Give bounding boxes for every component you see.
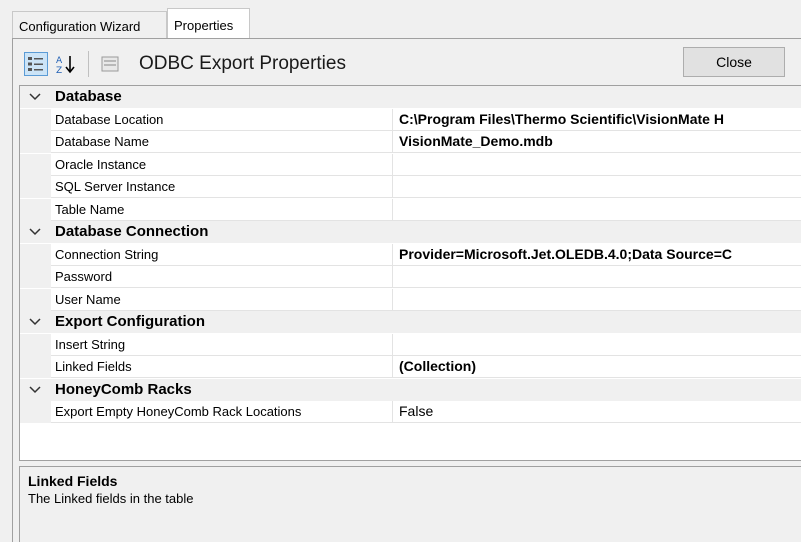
property-name[interactable]: SQL Server Instance: [51, 176, 393, 198]
alphabetical-sort-icon[interactable]: A Z: [54, 52, 78, 76]
property-row[interactable]: Oracle Instance: [20, 153, 801, 176]
svg-text:A: A: [56, 56, 63, 66]
property-name[interactable]: Connection String: [51, 243, 393, 266]
close-button[interactable]: Close: [683, 47, 785, 77]
property-row[interactable]: Database Location C:\Program Files\Thermo…: [20, 108, 801, 131]
property-name[interactable]: Table Name: [51, 198, 393, 221]
property-value[interactable]: [393, 199, 801, 221]
property-name[interactable]: Database Location: [51, 108, 393, 131]
property-value[interactable]: C:\Program Files\Thermo Scientific\Visio…: [393, 109, 801, 131]
property-row[interactable]: Password: [20, 266, 801, 288]
property-value[interactable]: VisionMate_Demo.mdb: [393, 131, 801, 153]
chevron-down-icon[interactable]: [28, 315, 42, 329]
page-title: ODBC Export Properties: [139, 53, 346, 74]
svg-text:Z: Z: [56, 66, 62, 75]
property-value[interactable]: [393, 334, 801, 356]
category-label: HoneyComb Racks: [55, 380, 192, 398]
property-value[interactable]: [393, 154, 801, 176]
property-value[interactable]: [393, 266, 801, 288]
category-label: Database: [55, 88, 122, 105]
category-label: Database Connection: [55, 223, 209, 240]
row-gutter: [20, 333, 51, 356]
category-row[interactable]: Database: [20, 86, 801, 108]
category-row[interactable]: Export Configuration: [20, 311, 801, 333]
row-gutter: [20, 131, 51, 153]
property-row[interactable]: Connection String Provider=Microsoft.Jet.…: [20, 243, 801, 266]
chevron-down-icon[interactable]: [28, 90, 42, 104]
property-name[interactable]: Export Empty HoneyComb Rack Locations: [51, 401, 393, 423]
row-gutter: [20, 198, 51, 221]
property-value[interactable]: Provider=Microsoft.Jet.OLEDB.4.0;Data So…: [393, 244, 801, 266]
row-gutter: [20, 266, 51, 288]
property-value[interactable]: (Collection): [393, 356, 801, 378]
property-row[interactable]: Database Name VisionMate_Demo.mdb: [20, 131, 801, 153]
property-name[interactable]: Linked Fields: [51, 356, 393, 378]
property-row[interactable]: User Name: [20, 288, 801, 311]
property-name[interactable]: Oracle Instance: [51, 153, 393, 176]
row-gutter: [20, 356, 51, 378]
description-text: The Linked fields in the table: [28, 491, 194, 506]
tab-strip: Configuration Wizard Properties: [0, 0, 801, 40]
chevron-down-icon[interactable]: [28, 225, 42, 239]
property-value[interactable]: [393, 289, 801, 311]
row-gutter: [20, 243, 51, 266]
property-grid: Database Database Location C:\Program File…: [19, 85, 801, 461]
property-row[interactable]: Table Name: [20, 198, 801, 221]
row-gutter: [20, 176, 51, 198]
property-name[interactable]: Database Name: [51, 131, 393, 153]
category-row[interactable]: HoneyComb Racks: [20, 378, 801, 401]
category-row[interactable]: Database Connection: [20, 221, 801, 243]
chevron-down-icon[interactable]: [28, 383, 42, 397]
properties-panel: A Z ODBC Export Properties Close Databas…: [12, 38, 801, 542]
row-gutter: [20, 288, 51, 311]
description-panel: Linked Fields The Linked fields in the t…: [19, 466, 801, 542]
categorized-icon[interactable]: [24, 52, 48, 76]
property-value[interactable]: False: [393, 401, 801, 423]
tab-properties[interactable]: Properties: [167, 8, 250, 39]
property-name[interactable]: Insert String: [51, 333, 393, 356]
property-name[interactable]: User Name: [51, 288, 393, 311]
property-row[interactable]: Insert String: [20, 333, 801, 356]
row-gutter: [20, 401, 51, 423]
toolbar-separator: [88, 51, 89, 77]
description-title: Linked Fields: [28, 473, 118, 489]
property-toolbar: A Z ODBC Export Properties Close: [13, 39, 801, 85]
row-gutter: [20, 153, 51, 176]
property-value[interactable]: [393, 176, 801, 198]
tab-configuration-wizard[interactable]: Configuration Wizard: [12, 11, 167, 38]
property-row[interactable]: Export Empty HoneyComb Rack Locations Fal…: [20, 401, 801, 423]
property-pages-icon[interactable]: [98, 52, 122, 76]
property-name[interactable]: Password: [51, 266, 393, 288]
row-gutter: [20, 108, 51, 131]
property-row[interactable]: SQL Server Instance: [20, 176, 801, 198]
category-label: Export Configuration: [55, 313, 205, 330]
property-row[interactable]: Linked Fields (Collection): [20, 356, 801, 378]
